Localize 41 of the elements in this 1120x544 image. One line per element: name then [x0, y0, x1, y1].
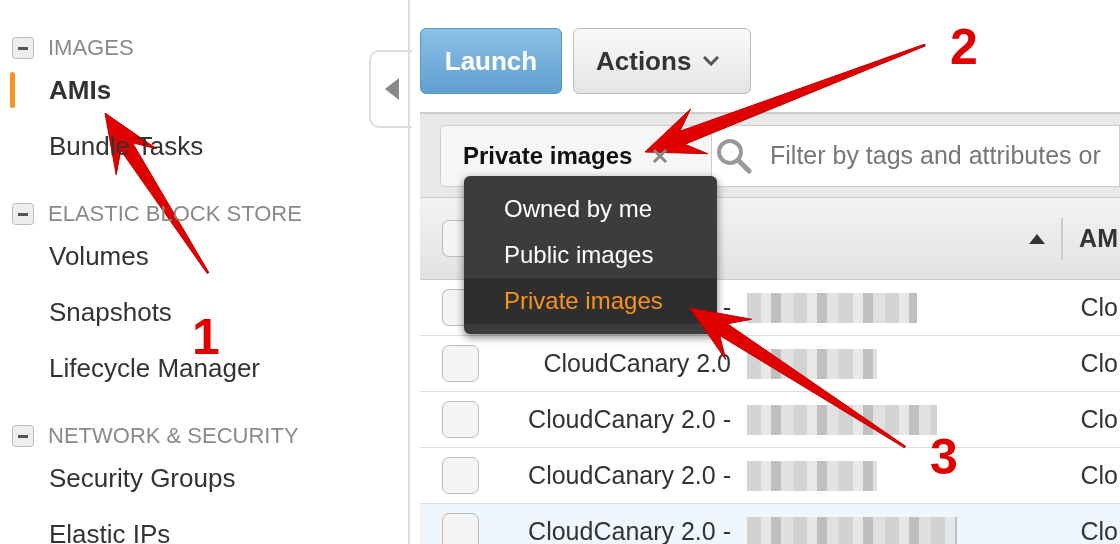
table-cell-text: Clo — [1080, 459, 1118, 491]
caret-icon — [703, 56, 720, 66]
sidebar-item[interactable]: Volumes — [49, 241, 149, 271]
table-cell: CloudCanary 2.0 — [543, 348, 731, 377]
table-cell: CloudCanary 2.0 - — [528, 404, 731, 433]
column-header[interactable]: AM — [1079, 219, 1118, 258]
section-heading: NETWORK & SECURITY — [48, 425, 299, 447]
row-checkbox[interactable] — [442, 513, 479, 544]
annotation-number: 3 — [930, 432, 958, 482]
search-field[interactable]: Filter by tags and attributes or — [712, 124, 1120, 187]
table-cell-text: Clo — [1080, 515, 1118, 544]
collapse-icon[interactable] — [12, 37, 34, 59]
sidebar-item[interactable]: Snapshots — [49, 297, 172, 327]
menu-item[interactable]: Owned by me — [464, 186, 717, 232]
sort-icon[interactable] — [1029, 233, 1046, 244]
table-cell-text: Clo — [1080, 291, 1118, 323]
sidebar-item[interactable]: Security Groups — [49, 463, 236, 493]
caret-icon — [384, 78, 399, 100]
selected-indicator — [10, 72, 15, 108]
collapse-icon[interactable] — [12, 203, 34, 225]
section-heading: IMAGES — [48, 37, 134, 59]
collapse-sidebar-tab[interactable] — [369, 50, 412, 128]
select-all-checkbox[interactable] — [442, 220, 464, 257]
row-checkbox[interactable] — [442, 401, 479, 438]
actions-button[interactable]: Actions — [573, 28, 751, 94]
menu-item[interactable]: Public images — [464, 232, 717, 278]
table-cell: CloudCanary 2.0 - — [528, 460, 731, 489]
search-icon — [716, 137, 752, 174]
annotation-number: 2 — [950, 22, 978, 72]
table-cell: - — [722, 292, 731, 321]
row-checkbox[interactable] — [442, 457, 479, 494]
close-icon[interactable] — [652, 147, 669, 164]
table-cell-text: Clo — [1080, 403, 1118, 435]
collapse-icon[interactable] — [12, 425, 34, 447]
sidebar-item[interactable]: Elastic IPs — [49, 519, 171, 544]
row-checkbox[interactable] — [442, 345, 479, 382]
row-checkbox[interactable] — [442, 289, 464, 326]
sidebar-item[interactable]: AMIs — [49, 75, 112, 105]
menu-item[interactable]: Private images — [464, 278, 717, 324]
search-input[interactable]: Filter by tags and attributes or — [768, 135, 1119, 176]
table-cell-text: Clo — [1080, 347, 1118, 379]
